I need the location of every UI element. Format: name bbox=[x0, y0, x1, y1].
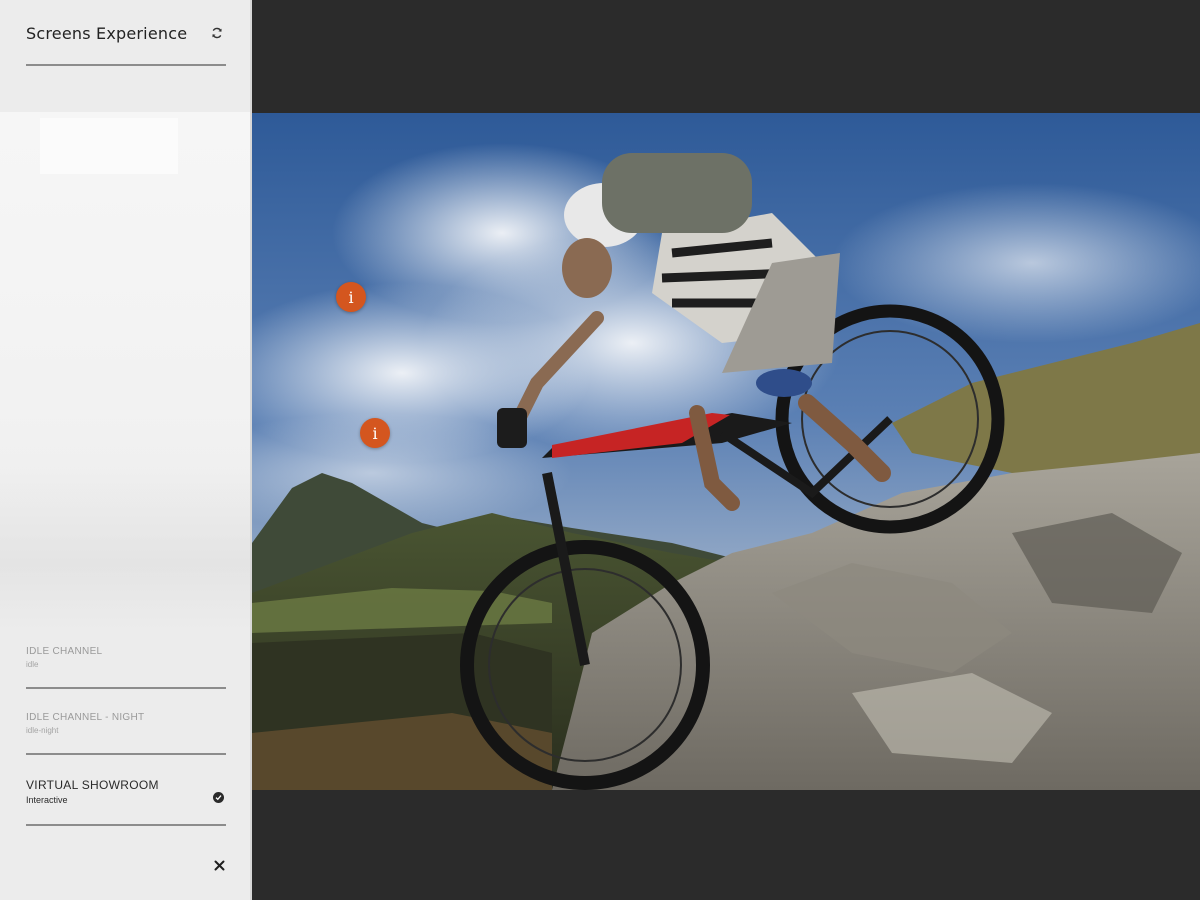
channel-preview-overlay bbox=[0, 112, 250, 632]
sidebar-header: Screens Experience bbox=[26, 24, 226, 66]
showroom-image: i i bbox=[252, 113, 1200, 790]
channel-title: IDLE CHANNEL - NIGHT bbox=[26, 712, 145, 723]
channel-item-idle[interactable]: IDLE CHANNEL idle bbox=[26, 646, 226, 689]
check-circle-icon bbox=[213, 792, 224, 803]
close-icon bbox=[214, 860, 224, 870]
channel-subtitle: Interactive bbox=[26, 795, 68, 805]
info-icon: i bbox=[372, 423, 378, 443]
sidebar: Screens Experience IDLE CHANNEL idle IDL… bbox=[0, 0, 252, 900]
close-button[interactable] bbox=[210, 856, 228, 874]
stage-letterbox-top bbox=[252, 0, 1200, 113]
refresh-icon[interactable] bbox=[210, 26, 224, 40]
channel-title: IDLE CHANNEL bbox=[26, 646, 103, 657]
info-hotspot-1[interactable]: i bbox=[336, 282, 366, 312]
channel-subtitle: idle-night bbox=[26, 726, 59, 735]
channel-title: VIRTUAL SHOWROOM bbox=[26, 778, 159, 792]
preview-landscape-fade bbox=[0, 462, 250, 632]
info-icon: i bbox=[348, 287, 354, 307]
app-title: Screens Experience bbox=[26, 24, 188, 43]
info-hotspot-2[interactable]: i bbox=[360, 418, 390, 448]
channel-item-idle-night[interactable]: IDLE CHANNEL - NIGHT idle-night bbox=[26, 712, 226, 755]
mountain-biker-photo bbox=[252, 113, 1200, 790]
channel-item-virtual-showroom[interactable]: VIRTUAL SHOWROOM Interactive bbox=[26, 778, 226, 826]
preview-logo-placeholder bbox=[40, 118, 178, 174]
channel-subtitle: idle bbox=[26, 660, 39, 669]
stage-letterbox-bottom bbox=[252, 790, 1200, 900]
